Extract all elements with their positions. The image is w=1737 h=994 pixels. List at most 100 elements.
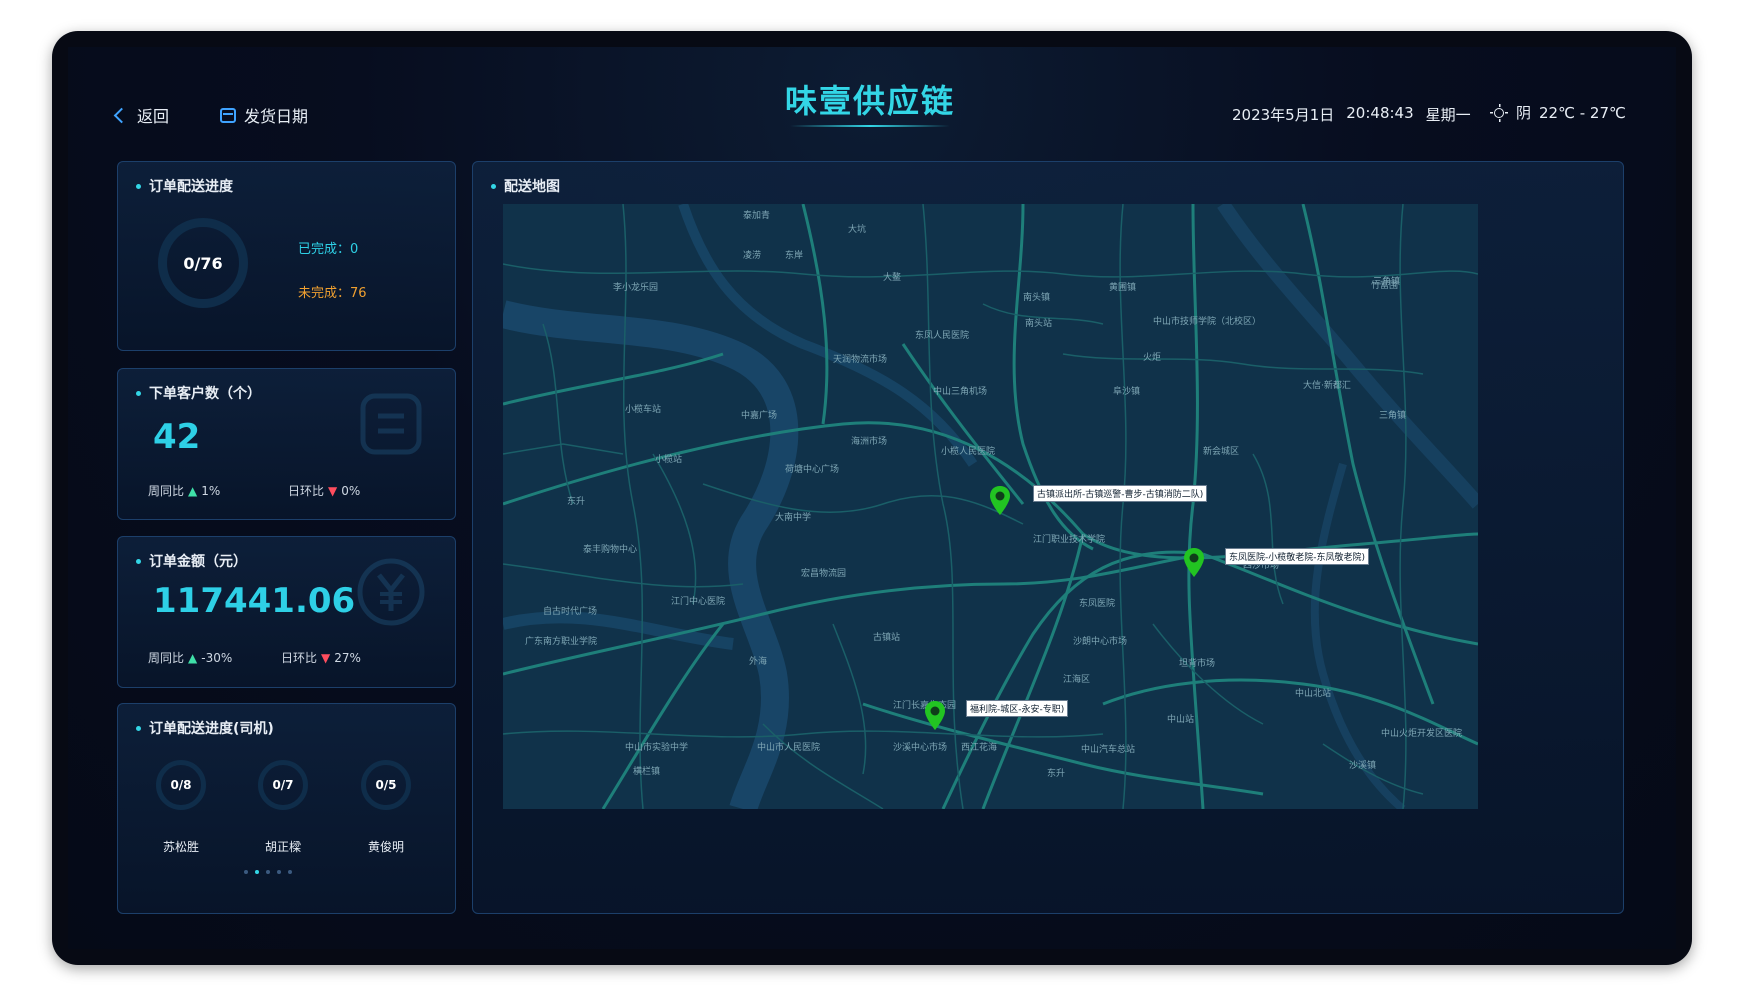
- current-date: 2023年5月1日: [1232, 106, 1335, 124]
- bullet-dot: [136, 725, 141, 731]
- marker-label: 古镇派出所-古镇巡警-曹步-古镇消防二队): [1033, 485, 1208, 502]
- map-place-label: 沙朗中心市场: [1073, 637, 1128, 647]
- map-place-label: 江海区: [1063, 675, 1091, 685]
- done-value: 0: [350, 242, 359, 257]
- map-place-label: 中山站: [1167, 715, 1195, 725]
- map-place-label: 中山火炬开发区医院: [1381, 729, 1463, 739]
- driver-card[interactable]: 0/5 黄俊明: [361, 760, 411, 855]
- document-icon: [360, 393, 422, 455]
- map-place-label: 宏昌物流园: [801, 569, 847, 579]
- amount-wow: 周同比 ▲ -30%: [148, 649, 232, 666]
- location-pin-icon: [1184, 548, 1204, 577]
- chevron-left-icon: [113, 107, 130, 123]
- driver-progress: 0/5: [375, 778, 397, 792]
- dod-label: 日环比: [288, 484, 325, 498]
- bullet-dot: [136, 183, 141, 189]
- panel-title: 下单客户数（个）: [136, 383, 261, 403]
- map-place-label: 大鳌: [883, 273, 902, 283]
- current-time: 20:48:43: [1346, 104, 1414, 122]
- customers-dod: 日环比 ▼ 0%: [288, 482, 360, 499]
- panel-title: 订单配送进度: [136, 176, 233, 196]
- dod-label: 日环比: [281, 651, 318, 665]
- weather-temp: 22℃ - 27℃: [1539, 103, 1626, 122]
- map-marker[interactable]: [924, 700, 946, 732]
- panel-title-text: 订单配送进度: [149, 179, 233, 195]
- done-stat: 已完成：0: [298, 238, 358, 257]
- panel-title: 订单金额（元）: [136, 551, 247, 571]
- arrow-down-icon: ▼: [328, 483, 338, 498]
- panel-title: 订单配送进度(司机): [136, 718, 274, 738]
- map-place-label: 南头镇: [1023, 293, 1051, 303]
- map-place-label: 东凤人民医院: [915, 331, 970, 341]
- pager-dot[interactable]: [277, 870, 281, 874]
- dod-value: 27%: [334, 650, 361, 665]
- map-place-label: 天润物流市场: [833, 355, 888, 365]
- pager-dot[interactable]: [288, 870, 292, 874]
- marker-label: 福利院-城区-永安-专职): [966, 700, 1069, 717]
- delivery-progress-ring: 0/76: [158, 218, 248, 308]
- map-place-label: 东升: [567, 497, 586, 507]
- map-place-label: 东升: [1047, 769, 1066, 779]
- customer-count: 42: [153, 417, 201, 457]
- pager-dot[interactable]: [266, 870, 270, 874]
- map-place-label: 海洲市场: [851, 437, 888, 447]
- driver-progress-ring: 0/7: [258, 760, 308, 810]
- driver-card[interactable]: 0/7 胡正樑: [258, 760, 308, 855]
- map-place-label: 小榄人民医院: [941, 447, 996, 457]
- wow-value: -30%: [201, 650, 233, 665]
- map-place-label: 东凤医院: [1079, 599, 1116, 609]
- driver-name: 黄俊明: [367, 840, 404, 854]
- location-pin-icon: [925, 701, 945, 730]
- map-marker[interactable]: [989, 485, 1011, 517]
- driver-progress-panel: 订单配送进度(司机) 0/8 苏松胜 0/7 胡正樑 0/5 黄俊明: [117, 703, 456, 914]
- sun-icon: [1490, 103, 1508, 122]
- map-place-label: 荷塘中心广场: [785, 465, 840, 475]
- ship-date-label: 发货日期: [244, 107, 309, 126]
- map-place-label: 中山市实验中学: [625, 743, 689, 753]
- map-place-label: 西江花海: [961, 743, 998, 753]
- wow-label: 周同比: [148, 484, 185, 498]
- amount-dod: 日环比 ▼ 27%: [281, 649, 361, 666]
- map-place-label: 火炬: [1143, 353, 1162, 363]
- map-place-label: 泰丰购物中心: [583, 545, 638, 555]
- map-place-label: 中山汽车总站: [1081, 745, 1136, 755]
- pager-dot[interactable]: [244, 870, 248, 874]
- map-place-label: 南头站: [1025, 319, 1053, 329]
- calendar-icon: [220, 107, 236, 123]
- ship-date-button[interactable]: 发货日期: [220, 103, 308, 127]
- back-label: 返回: [137, 107, 170, 126]
- map-place-label: 沙溪镇: [1349, 761, 1377, 771]
- map-marker[interactable]: [1183, 547, 1205, 579]
- map-place-label: 江门职业技术学院: [1033, 535, 1106, 545]
- driver-card[interactable]: 0/8 苏松胜: [156, 760, 206, 855]
- map-place-label: 中嘉广场: [741, 411, 778, 421]
- driver-progress-ring: 0/5: [361, 760, 411, 810]
- done-label: 已完成：: [298, 242, 351, 257]
- ring-text: 0/76: [183, 253, 223, 273]
- undone-stat: 未完成：76: [298, 282, 367, 301]
- map-place-label: 李小龙乐园: [613, 283, 659, 293]
- order-amount: 117441.06: [153, 581, 356, 621]
- map-place-label: 阜沙镇: [1113, 387, 1141, 397]
- delivery-map[interactable]: 大坑 凌涝 东岸 南头镇 黄圃镇 三角镇 李小龙乐园 南头站 中山市技师学院（北校区） 竹富围 东凤…: [503, 204, 1478, 809]
- map-panel: 配送地图 大坑 凌涝 东岸 南头镇 黄圃镇 三角镇 李小龙乐园 南头站 中山市技…: [472, 161, 1624, 914]
- current-weekday: 星期一: [1425, 106, 1471, 124]
- weather-condition: 阴: [1516, 104, 1532, 122]
- undone-label: 未完成：: [298, 286, 351, 301]
- map-place-label: 自古时代广场: [543, 607, 598, 617]
- driver-progress: 0/7: [272, 778, 294, 792]
- map-place-label: 大坑: [848, 225, 867, 235]
- back-button[interactable]: 返回: [113, 103, 170, 127]
- weather: 阴 22℃ - 27℃: [1490, 102, 1626, 123]
- arrow-down-icon: ▼: [321, 650, 331, 665]
- map-place-label: 中山市人民医院: [757, 743, 821, 753]
- pager-dot[interactable]: [255, 870, 259, 874]
- dod-value: 0%: [341, 483, 361, 498]
- bullet-dot: [136, 558, 141, 564]
- map-place-label: 大南中学: [775, 513, 812, 523]
- map-place-label: 黄圃镇: [1109, 283, 1137, 293]
- marker-label: 东凤医院-小榄敬老院-东凤敬老院): [1225, 548, 1370, 565]
- panel-title: 配送地图: [491, 176, 560, 196]
- carousel-pager[interactable]: [244, 870, 292, 874]
- amount-panel: 订单金额（元） 117441.06 周同比 ▲ -30% 日环比 ▼ 27%: [117, 536, 456, 688]
